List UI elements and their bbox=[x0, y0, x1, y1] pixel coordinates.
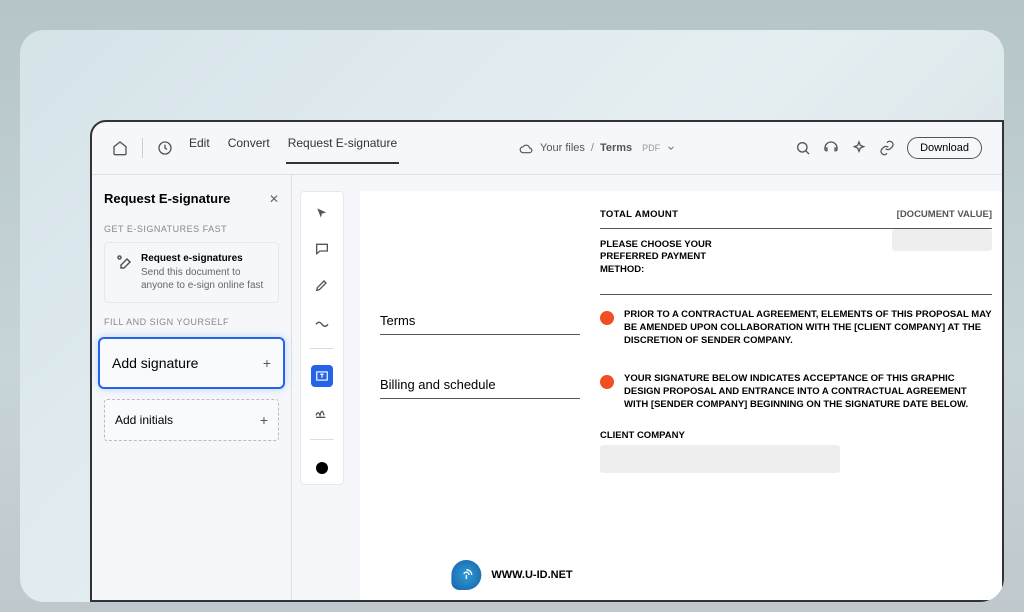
document-area: TOTAL AMOUNT [DOCUMENT VALUE] PLEASE CHO… bbox=[360, 191, 1002, 600]
total-amount-label: TOTAL AMOUNT bbox=[600, 209, 678, 220]
add-initials-label: Add initials bbox=[115, 413, 173, 427]
add-signature-label: Add signature bbox=[112, 355, 198, 371]
payment-method-field[interactable] bbox=[892, 229, 992, 251]
sidebar: Request E-signature ✕ GET E-SIGNATURES F… bbox=[92, 175, 292, 600]
draw-icon[interactable] bbox=[311, 310, 333, 332]
tab-convert[interactable]: Convert bbox=[226, 132, 272, 164]
tool-separator bbox=[310, 348, 334, 349]
tool-separator bbox=[310, 439, 334, 440]
headphones-icon[interactable] bbox=[823, 140, 839, 156]
billing-heading: Billing and schedule bbox=[380, 359, 580, 399]
fingerprint-icon bbox=[451, 560, 481, 590]
close-icon[interactable]: ✕ bbox=[269, 192, 279, 206]
highlight-icon[interactable] bbox=[311, 274, 333, 296]
breadcrumb-folder[interactable]: Your files bbox=[540, 142, 585, 154]
cursor-icon[interactable] bbox=[311, 202, 333, 224]
signature-icon[interactable] bbox=[311, 401, 333, 423]
cloud-icon bbox=[518, 140, 534, 156]
plus-icon: + bbox=[263, 355, 271, 371]
info-card[interactable]: Request e-signatures Send this document … bbox=[104, 242, 279, 303]
divider bbox=[142, 138, 143, 158]
search-icon[interactable] bbox=[795, 140, 811, 156]
breadcrumb-file[interactable]: Terms bbox=[600, 142, 632, 154]
info-card-desc: Send this document to anyone to e-sign o… bbox=[141, 266, 268, 292]
pen-users-icon bbox=[115, 253, 133, 271]
terms-heading: Terms bbox=[380, 295, 580, 335]
plus-icon: + bbox=[260, 412, 268, 428]
breadcrumb: Your files / Terms PDF bbox=[413, 140, 781, 156]
section-label-get: GET E-SIGNATURES FAST bbox=[104, 224, 279, 234]
link-icon[interactable] bbox=[879, 140, 895, 156]
add-signature-button[interactable]: Add signature + bbox=[98, 337, 285, 389]
bullet-icon bbox=[600, 375, 614, 389]
textbox-icon[interactable] bbox=[311, 365, 333, 387]
file-type: PDF bbox=[642, 143, 660, 153]
footer-text: WWW.U-ID.NET bbox=[491, 569, 572, 581]
bullet-icon bbox=[600, 311, 614, 325]
chevron-down-icon[interactable] bbox=[666, 140, 676, 156]
section-label-fill: FILL AND SIGN YOURSELF bbox=[104, 317, 279, 327]
sidebar-title: Request E-signature bbox=[104, 191, 230, 206]
payment-method-label: PLEASE CHOOSE YOUR PREFERRED PAYMENT MET… bbox=[600, 229, 750, 286]
color-dot[interactable] bbox=[316, 462, 328, 474]
clock-icon[interactable] bbox=[157, 140, 173, 156]
footer: WWW.U-ID.NET bbox=[451, 560, 572, 590]
client-company-label: CLIENT COMPANY bbox=[600, 430, 992, 441]
add-initials-button[interactable]: Add initials + bbox=[104, 399, 279, 441]
total-amount-value: [DOCUMENT VALUE] bbox=[897, 209, 992, 220]
billing-paragraph: YOUR SIGNATURE BELOW INDICATES ACCEPTANC… bbox=[624, 373, 992, 411]
tool-strip bbox=[300, 191, 344, 485]
sparkle-icon[interactable] bbox=[851, 140, 867, 156]
terms-paragraph: PRIOR TO A CONTRACTUAL AGREEMENT, ELEMEN… bbox=[624, 309, 992, 347]
tab-edit[interactable]: Edit bbox=[187, 132, 212, 164]
toolbar: Edit Convert Request E-signature Your fi… bbox=[92, 122, 1002, 175]
download-button[interactable]: Download bbox=[907, 137, 982, 159]
info-card-title: Request e-signatures bbox=[141, 253, 268, 264]
breadcrumb-sep: / bbox=[591, 142, 594, 154]
tab-request-esignature[interactable]: Request E-signature bbox=[286, 132, 399, 164]
home-icon[interactable] bbox=[112, 140, 128, 156]
comment-icon[interactable] bbox=[311, 238, 333, 260]
client-company-field[interactable] bbox=[600, 445, 840, 473]
